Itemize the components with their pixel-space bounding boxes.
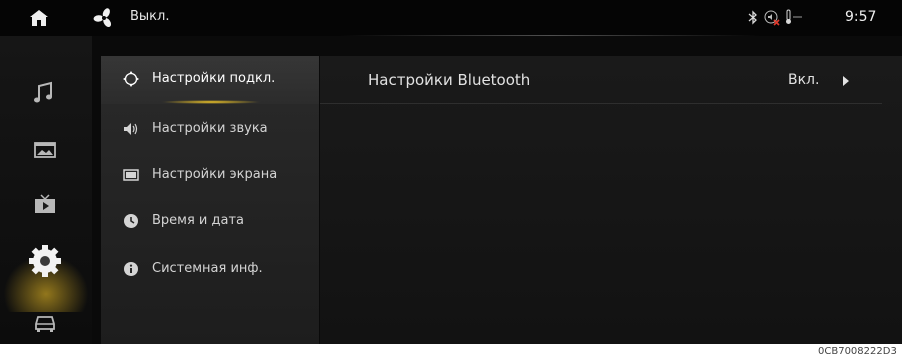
menu-item-label: Настройки экрана bbox=[152, 167, 278, 182]
temperature-icon bbox=[784, 8, 804, 26]
bluetooth-icon bbox=[747, 10, 759, 25]
status-divider bbox=[340, 35, 760, 36]
video-icon[interactable] bbox=[28, 188, 62, 222]
chevron-right-icon bbox=[843, 76, 849, 86]
row-title: Настройки Bluetooth bbox=[368, 71, 531, 89]
head-unit-screen: Выкл. 9:57 Настройки подкл. Настройки зв… bbox=[0, 0, 902, 344]
menu-item-time-date[interactable]: Время и дата bbox=[101, 198, 319, 246]
menu-item-label: Время и дата bbox=[152, 213, 245, 228]
settings-icon[interactable] bbox=[24, 240, 66, 282]
clock-icon bbox=[123, 213, 139, 229]
home-icon[interactable] bbox=[28, 8, 50, 28]
menu-item-screen[interactable]: Настройки экрана bbox=[101, 152, 319, 200]
clock: 9:57 bbox=[845, 9, 877, 25]
bluetooth-settings-row[interactable]: Настройки Bluetooth Вкл. bbox=[320, 56, 882, 104]
speaker-icon bbox=[123, 121, 139, 137]
menu-item-label: Системная инф. bbox=[152, 261, 263, 276]
fan-status-label[interactable]: Выкл. bbox=[130, 9, 169, 24]
fan-icon[interactable] bbox=[93, 7, 115, 29]
settings-content: Настройки Bluetooth Вкл. bbox=[320, 56, 902, 344]
active-indicator bbox=[161, 100, 261, 104]
app-rail bbox=[0, 36, 92, 344]
menu-item-sound[interactable]: Настройки звука bbox=[101, 106, 319, 154]
music-icon[interactable] bbox=[28, 76, 62, 110]
image-code: 0CB7008222D3 bbox=[818, 346, 897, 357]
status-bar: Выкл. 9:57 bbox=[0, 0, 902, 36]
menu-item-connection[interactable]: Настройки подкл. bbox=[101, 56, 319, 104]
menu-item-system-info[interactable]: Системная инф. bbox=[101, 246, 319, 294]
settings-menu: Настройки подкл. Настройки звука Настрой bbox=[101, 56, 319, 344]
gallery-icon[interactable] bbox=[28, 134, 62, 168]
menu-item-label: Настройки звука bbox=[152, 121, 268, 136]
car-icon[interactable] bbox=[28, 304, 62, 338]
mute-icon bbox=[764, 10, 780, 26]
row-value: Вкл. bbox=[788, 72, 820, 88]
info-icon bbox=[123, 261, 139, 277]
menu-item-label: Настройки подкл. bbox=[152, 71, 276, 86]
screen-icon bbox=[123, 167, 139, 183]
connection-icon bbox=[123, 71, 139, 87]
